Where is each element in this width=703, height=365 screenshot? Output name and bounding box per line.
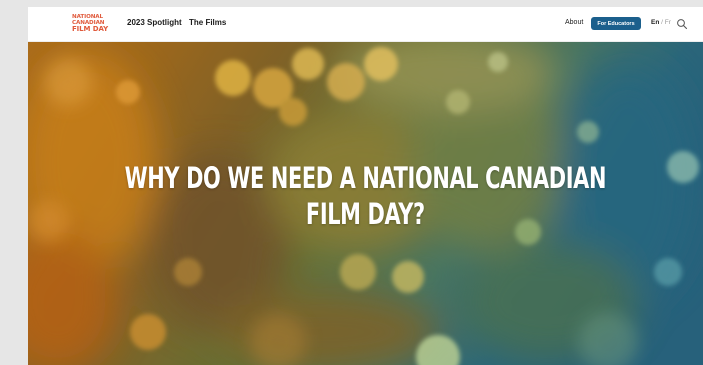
lang-separator: / [661,19,663,26]
nav-the-films[interactable]: The Films [189,18,226,27]
for-educators-button[interactable]: For Educators [591,17,641,30]
hero-banner: WHY DO WE NEED A NATIONAL CANADIAN FILM … [28,42,703,365]
nav-about[interactable]: About [565,19,583,26]
logo-line-3: FILM DAY [72,25,109,34]
hero-heading-line-2: FILM DAY? [305,197,425,231]
language-switcher: En / Fr [651,19,671,26]
search-icon[interactable] [676,17,688,30]
lang-fr-link[interactable]: Fr [665,19,671,26]
nav-2023-spotlight[interactable]: 2023 Spotlight [127,18,182,27]
lang-en-link[interactable]: En [651,19,659,26]
web-page: NATIONAL CANADIAN FILM DAY 2023 Spotligh… [28,7,703,365]
site-logo[interactable]: NATIONAL CANADIAN FILM DAY [72,13,109,35]
browser-frame: NATIONAL CANADIAN FILM DAY 2023 Spotligh… [0,0,703,365]
hero-heading-line-1: WHY DO WE NEED A NATIONAL CANADIAN [124,161,607,195]
hero-heading: WHY DO WE NEED A NATIONAL CANADIAN FILM … [122,160,608,232]
site-header: NATIONAL CANADIAN FILM DAY 2023 Spotligh… [28,7,703,42]
